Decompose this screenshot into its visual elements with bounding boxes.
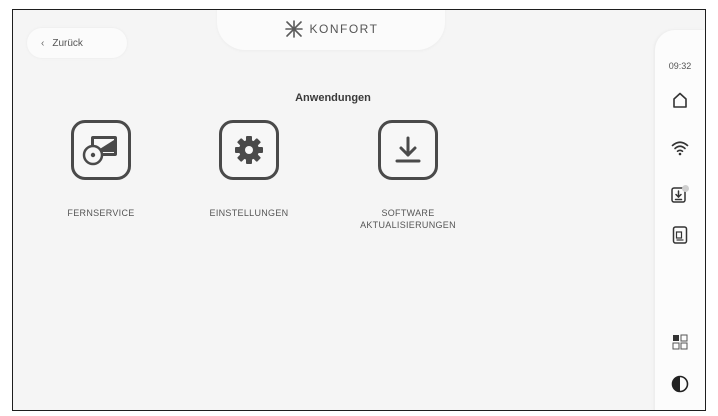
app-einstellungen[interactable]: EINSTELLUNGEN (174, 120, 324, 219)
back-button[interactable]: ‹ Zurück (27, 28, 127, 58)
contrast-icon[interactable] (668, 372, 692, 396)
app-fernservice[interactable]: FERNSERVICE (26, 120, 176, 219)
remote-service-icon (71, 120, 131, 180)
home-icon[interactable] (668, 88, 692, 112)
status-sidebar: 09:32 (655, 30, 705, 410)
app-software-updates[interactable]: SOFTWARE AKTUALISIERUNGEN (333, 120, 483, 231)
software-update-icon[interactable] (668, 182, 692, 206)
app-frame: ‹ Zurück KONFORT Anwendungen FERNSERVICE… (12, 9, 706, 411)
back-button-label: Zurück (52, 37, 83, 49)
gear-icon (219, 120, 279, 180)
app-label-einstellungen: EINSTELLUNGEN (209, 208, 289, 218)
download-icon (378, 120, 438, 180)
brand-header: KONFORT (217, 10, 445, 50)
wifi-icon[interactable] (668, 136, 692, 160)
app-label-software-updates: SOFTWARE AKTUALISIERUNGEN (360, 208, 456, 230)
app-label-fernservice: FERNSERVICE (67, 208, 135, 218)
chevron-left-icon: ‹ (41, 37, 45, 49)
brand-name: KONFORT (309, 22, 379, 36)
document-icon[interactable] (668, 223, 692, 247)
clock: 09:32 (668, 61, 692, 71)
konfort-logo-icon (284, 20, 303, 38)
grid-layout-icon[interactable] (668, 330, 692, 354)
page-title: Anwendungen (295, 92, 371, 104)
